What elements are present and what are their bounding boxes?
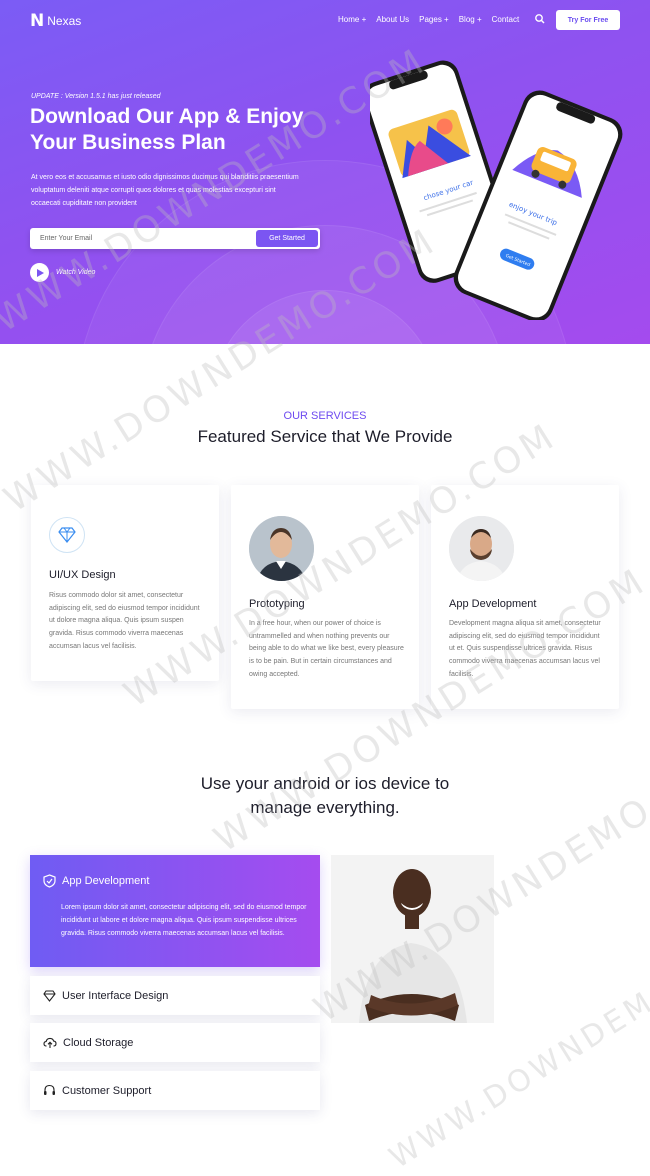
phones-illustration: chose your car enjoy your trip Get Start… (370, 60, 623, 320)
man-photo (331, 855, 494, 1023)
accordion-body: Lorem ipsum dolor sit amet, consectetur … (61, 904, 307, 937)
diamond-icon (43, 989, 56, 1002)
service-card-uiux[interactable]: UI/UX Design Risus commodo dolor sit ame… (31, 485, 219, 681)
email-input[interactable]: Enter Your Email (40, 235, 92, 242)
avatar (449, 516, 514, 581)
nav-item-home[interactable]: Home + (338, 15, 366, 24)
headset-icon (44, 1084, 55, 1095)
nav-item-contact[interactable]: Contact (492, 15, 520, 24)
diamond-icon (49, 517, 85, 553)
cloud-upload-icon (43, 1037, 57, 1048)
logo[interactable]: N Nexas (30, 11, 81, 31)
logo-mark: N (30, 11, 45, 31)
accordion-item-ui-design[interactable]: User Interface Design (30, 976, 320, 1015)
accordion-title: User Interface Design (62, 989, 169, 1002)
logo-text: Nexas (47, 14, 82, 28)
accordion-title: App Development (62, 875, 150, 887)
card-title: Prototyping (249, 598, 305, 610)
card-text: In a free hour, when our power of choice… (249, 620, 404, 678)
accordion-title: Cloud Storage (63, 1036, 134, 1049)
card-text: Risus commodo dolor sit amet, consectetu… (49, 592, 200, 650)
main-nav: Home + About Us Pages + Blog + Contact (338, 15, 519, 24)
watch-video-label: Watch Video (56, 269, 96, 276)
search-icon[interactable] (534, 13, 546, 25)
hero-section: N Nexas Home + About Us Pages + Blog + C… (0, 0, 650, 344)
card-text: Development magna aliqua sit amet, conse… (449, 620, 601, 678)
nav-item-about[interactable]: About Us (376, 15, 409, 24)
email-form: Enter Your Email Get Started (30, 228, 320, 249)
nav-item-pages[interactable]: Pages + (419, 15, 449, 24)
hero-paragraph: At vero eos et accusamus et iusto odio d… (31, 174, 299, 207)
services-title: Featured Service that We Provide (197, 427, 453, 446)
hero-title: Download Our App & Enjoy Your Business P… (30, 105, 304, 154)
features-title: Use your android or ios device to manage… (200, 774, 450, 817)
get-started-button[interactable]: Get Started (256, 230, 318, 247)
card-title: App Development (449, 598, 537, 610)
accordion-item-customer-support[interactable]: Customer Support (30, 1071, 320, 1110)
nav-item-blog[interactable]: Blog + (459, 15, 482, 24)
play-icon[interactable] (30, 263, 49, 282)
watch-video[interactable]: Watch Video (30, 263, 95, 282)
avatar (249, 516, 314, 581)
card-title: UI/UX Design (49, 569, 116, 581)
shield-icon (43, 874, 56, 888)
services-eyebrow: OUR SERVICES (283, 410, 367, 422)
accordion-item-cloud-storage[interactable]: Cloud Storage (30, 1023, 320, 1062)
service-card-prototyping[interactable]: Prototyping In a free hour, when our pow… (231, 485, 419, 709)
service-card-app-development[interactable]: App Development Development magna aliqua… (431, 485, 619, 709)
accordion-item-app-development[interactable]: App Development Lorem ipsum dolor sit am… (30, 855, 320, 967)
try-for-free-button[interactable]: Try For Free (556, 10, 620, 30)
accordion-title: Customer Support (62, 1084, 152, 1097)
update-notice: UPDATE : Version 1.5.1 has just released (31, 93, 161, 100)
